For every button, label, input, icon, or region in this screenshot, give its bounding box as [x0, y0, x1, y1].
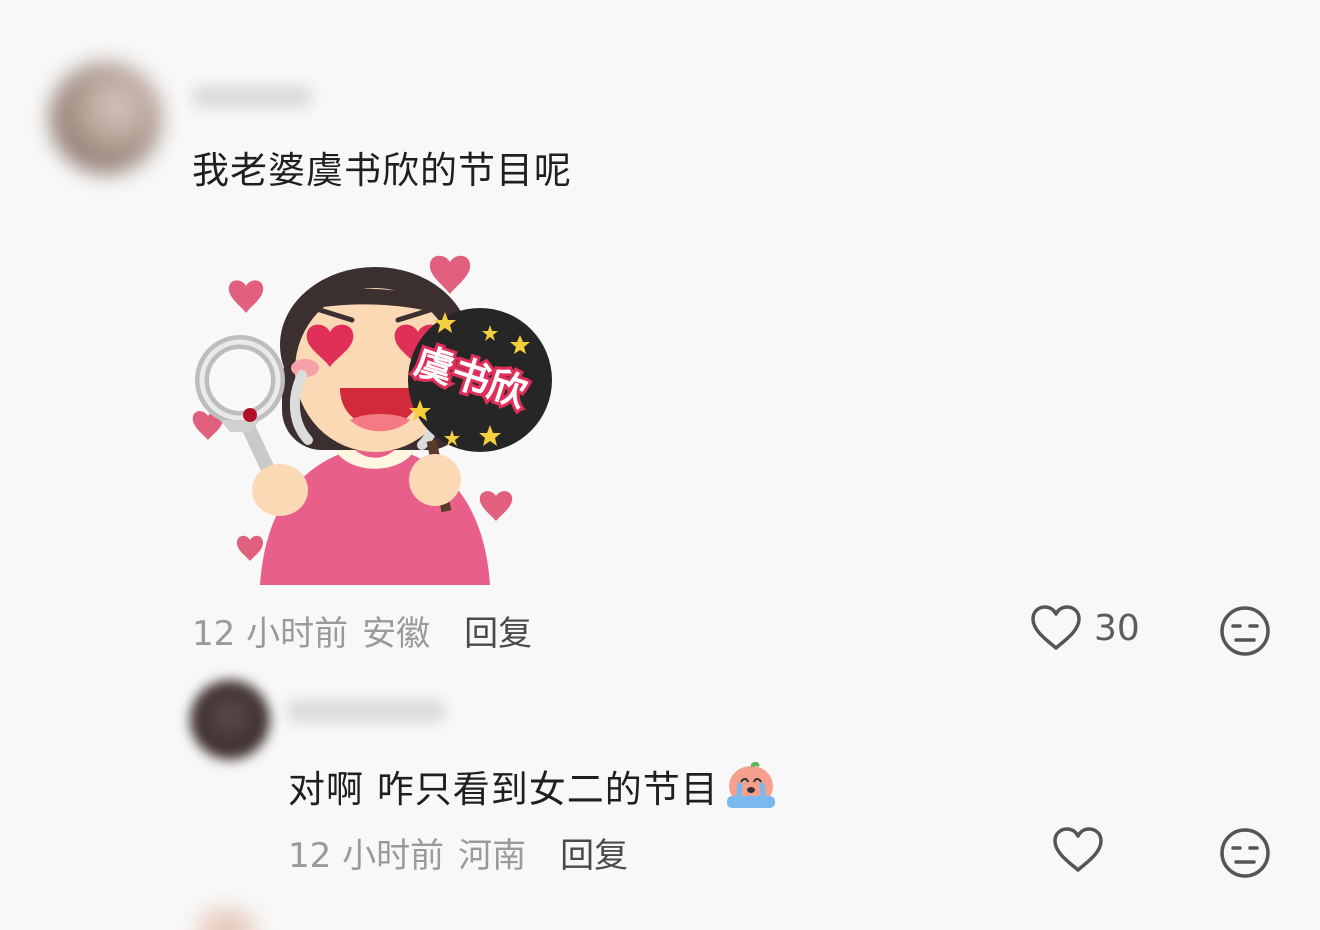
comment-text: 我老婆虞书欣的节目呢 — [192, 149, 572, 192]
comment-text-reply: 对啊 咋只看到女二的节目 — [288, 758, 779, 813]
meh-face-icon[interactable] — [1219, 605, 1271, 657]
comment-time: 12 小时前 — [192, 614, 349, 654]
avatar[interactable] — [190, 680, 270, 760]
comment-location: 河南 — [458, 836, 527, 876]
username-blurred[interactable] — [192, 86, 312, 108]
reply-button[interactable]: 回复 — [560, 828, 628, 877]
heart-outline-icon — [1053, 827, 1103, 872]
like-button[interactable]: 30 — [1030, 604, 1140, 652]
heart-decoration-icon — [236, 535, 264, 561]
avatar[interactable] — [192, 905, 262, 930]
crying-peach-emoji — [726, 761, 775, 808]
heart-decoration-icon — [228, 280, 264, 313]
fan-sticker-image[interactable]: 虞书欣 — [190, 240, 560, 590]
heart-outline-icon — [1031, 605, 1081, 650]
username-blurred[interactable] — [286, 700, 446, 722]
comment-meta: 12 小时前 河南 回复 — [288, 828, 628, 877]
comment-text: 对啊 咋只看到女二的节目 — [288, 768, 719, 811]
like-button[interactable] — [1052, 826, 1116, 874]
reply-button[interactable]: 回复 — [464, 606, 532, 655]
comment-time: 12 小时前 — [288, 836, 445, 876]
like-count: 30 — [1094, 607, 1140, 649]
comment-thread: 我老婆虞书欣的节目呢 虞书欣 12 小时前 安徽 回复 30 对啊 咋只看到女二… — [0, 0, 1320, 930]
heart-decoration-icon — [479, 491, 513, 521]
avatar[interactable] — [50, 62, 162, 174]
comment-meta: 12 小时前 安徽 回复 — [192, 606, 532, 655]
comment-location: 安徽 — [362, 614, 431, 654]
meh-face-icon[interactable] — [1219, 827, 1271, 879]
